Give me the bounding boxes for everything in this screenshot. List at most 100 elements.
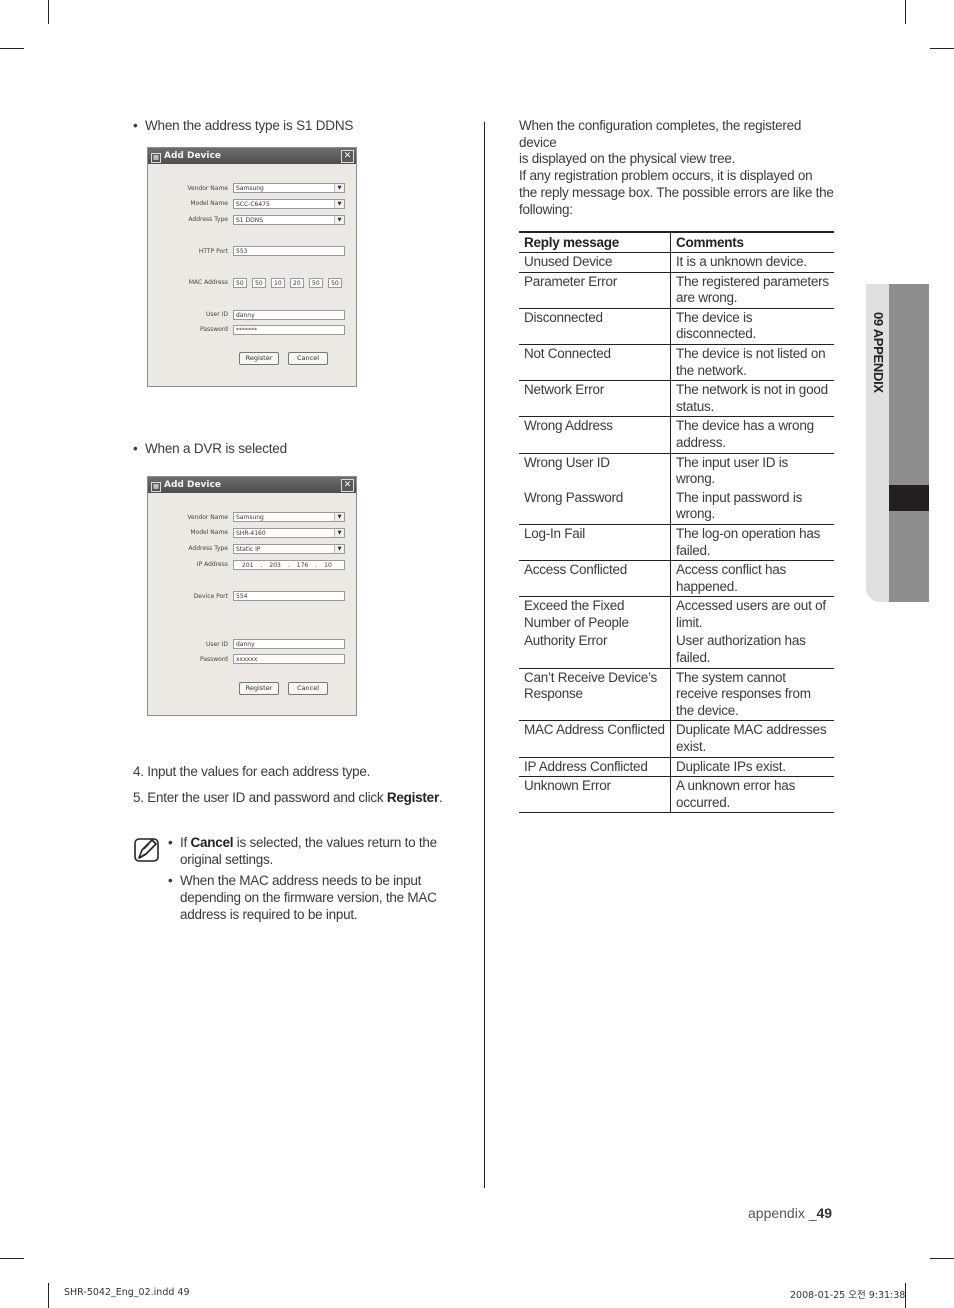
section-name: appendix _: [748, 1205, 817, 1221]
step-number: 4.: [133, 764, 144, 779]
mac-address-input[interactable]: 50: [233, 278, 247, 288]
table-row: Wrong User ID The input user ID is wrong.: [519, 453, 834, 489]
crop-mark: [48, 1283, 49, 1308]
mac-address-input[interactable]: 10: [271, 278, 285, 288]
comment-cell: The device has a wrong address.: [670, 416, 834, 454]
table-row: Exceed the Fixed Number of People Accesse…: [519, 596, 834, 633]
device-port-label: Device Port: [193, 593, 228, 600]
model-name-select[interactable]: SCC-C6475 ▼: [233, 199, 345, 209]
comment-cell: User authorization has failed.: [670, 632, 834, 669]
close-button[interactable]: ✕: [341, 479, 354, 492]
user-id-value: danny: [236, 641, 255, 648]
address-type-select[interactable]: Static IP ▼: [233, 544, 345, 554]
crop-mark: [905, 0, 906, 24]
mac-octet: 20: [293, 280, 301, 287]
chapter-tab-label: 09 APPENDIX: [866, 284, 890, 404]
address-type-select[interactable]: S1 DDNS ▼: [233, 215, 345, 225]
reply-message-cell: Access Conflicted: [519, 560, 671, 598]
mac-address-input[interactable]: 20: [290, 278, 304, 288]
table-row: Not Connected The device is not listed on…: [519, 344, 834, 382]
chevron-down-icon: ▼: [334, 184, 344, 192]
vendor-name-value: Samsung: [236, 514, 264, 521]
password-value: *******: [236, 327, 257, 334]
vendor-name-select[interactable]: Samsung ▼: [233, 183, 345, 193]
http-port-label: HTTP Port: [198, 248, 228, 255]
chapter-label: 09 APPENDIX: [871, 312, 886, 393]
user-id-input[interactable]: danny: [233, 310, 345, 320]
mac-address-input[interactable]: 50: [252, 278, 266, 288]
register-button[interactable]: Register: [239, 682, 279, 695]
bullet-text: When the address type is S1 DDNS: [145, 118, 354, 133]
user-id-input[interactable]: danny: [233, 639, 345, 649]
table-row: Network Error The network is not in good …: [519, 380, 834, 418]
cancel-button[interactable]: Cancel: [288, 352, 328, 365]
mac-octet: 50: [236, 280, 244, 287]
user-id-label: User ID: [206, 311, 228, 318]
step-text: Input the values for each address type.: [147, 764, 371, 779]
device-port-input[interactable]: 554: [233, 591, 345, 601]
intro-line: the reply message box. The possible erro…: [519, 184, 834, 200]
table-row: Wrong Password The input password is wron…: [519, 488, 834, 525]
password-input[interactable]: *******: [233, 325, 345, 335]
bullet-dot: •: [133, 441, 138, 456]
reply-message-cell: Exceed the Fixed Number of People: [519, 596, 671, 633]
table-row: Disconnected The device is disconnected.: [519, 308, 834, 345]
step-4: 4. Input the values for each address typ…: [133, 764, 370, 779]
model-name-select[interactable]: SHR-4160 ▼: [233, 528, 345, 538]
cancel-button[interactable]: Cancel: [288, 682, 328, 695]
comment-cell: The registered parameters are wrong.: [670, 272, 834, 309]
note-item: • When the MAC address needs to be input…: [168, 873, 438, 923]
address-type-value: S1 DDNS: [236, 217, 264, 224]
mac-octet: 50: [255, 280, 263, 287]
bullet-ddns: • When the address type is S1 DDNS: [133, 118, 353, 133]
reply-message-cell: Wrong Password: [519, 488, 671, 525]
reply-message-cell: Unknown Error: [519, 776, 671, 814]
ip-address-input[interactable]: 201. 203. 176. 10: [233, 560, 345, 570]
crop-mark: [0, 48, 24, 49]
bullet-text: When a DVR is selected: [145, 441, 287, 456]
mac-octet: 50: [312, 280, 320, 287]
page-number: 49: [816, 1205, 833, 1221]
mac-address-input[interactable]: 50: [328, 278, 342, 288]
vendor-name-label: Vendor Name: [187, 514, 228, 521]
bullet-dot: •: [168, 835, 173, 850]
app-icon: ▦: [151, 153, 161, 163]
comment-cell: Accessed users are out of limit.: [676, 598, 826, 630]
add-device-dialog-dvr: ▦ Add Device ✕ Vendor Name Samsung ▼ Model…: [147, 476, 357, 716]
comment-cell: Duplicate IPs exist.: [670, 757, 834, 778]
column-divider: [484, 122, 485, 1188]
register-button[interactable]: Register: [239, 352, 279, 365]
error-table: Reply message Comments Unused Device It i…: [519, 231, 834, 814]
note-bold-text: Cancel: [190, 835, 234, 850]
step-number: 5.: [133, 790, 144, 805]
chevron-down-icon: ▼: [334, 529, 344, 537]
intro-line: is displayed on the physical view tree.: [519, 151, 736, 167]
bullet-dvr: • When a DVR is selected: [133, 441, 287, 456]
chevron-down-icon: ▼: [334, 545, 344, 553]
table-header-row: Reply message Comments: [519, 231, 834, 253]
note-pencil-icon: [134, 838, 159, 862]
step-text-end: .: [438, 790, 443, 805]
password-input[interactable]: xxxxxx: [233, 654, 345, 664]
comment-cell: Duplicate MAC addresses exist.: [670, 720, 834, 758]
note-item: • If Cancel is selected, the values retu…: [168, 835, 438, 869]
reply-message-cell: Not Connected: [519, 344, 671, 382]
note-text: When the MAC address needs to be input d…: [180, 873, 437, 922]
dialog-title: Add Device: [164, 480, 221, 490]
reply-message-cell: Can’t Receive Device’s Response: [519, 668, 671, 722]
password-value: xxxxxx: [236, 656, 258, 663]
chapter-tab-marker: [889, 485, 929, 511]
vendor-name-select[interactable]: Samsung ▼: [233, 512, 345, 522]
comment-cell: The input password is wrong.: [670, 488, 834, 525]
http-port-input[interactable]: 553: [233, 246, 345, 256]
comment-cell: The network is not in good status.: [670, 380, 834, 418]
password-label: Password: [199, 326, 228, 333]
ip-octet: 10: [324, 562, 332, 569]
ip-separator: .: [260, 562, 263, 569]
reply-message-cell: Log-In Fail: [519, 524, 671, 562]
mac-address-input[interactable]: 50: [309, 278, 323, 288]
reply-message-cell: MAC Address Conflicted: [519, 720, 671, 758]
user-id-label: User ID: [206, 641, 228, 648]
table-row: Can’t Receive Device’s Response The syste…: [519, 668, 834, 722]
close-button[interactable]: ✕: [341, 150, 354, 163]
